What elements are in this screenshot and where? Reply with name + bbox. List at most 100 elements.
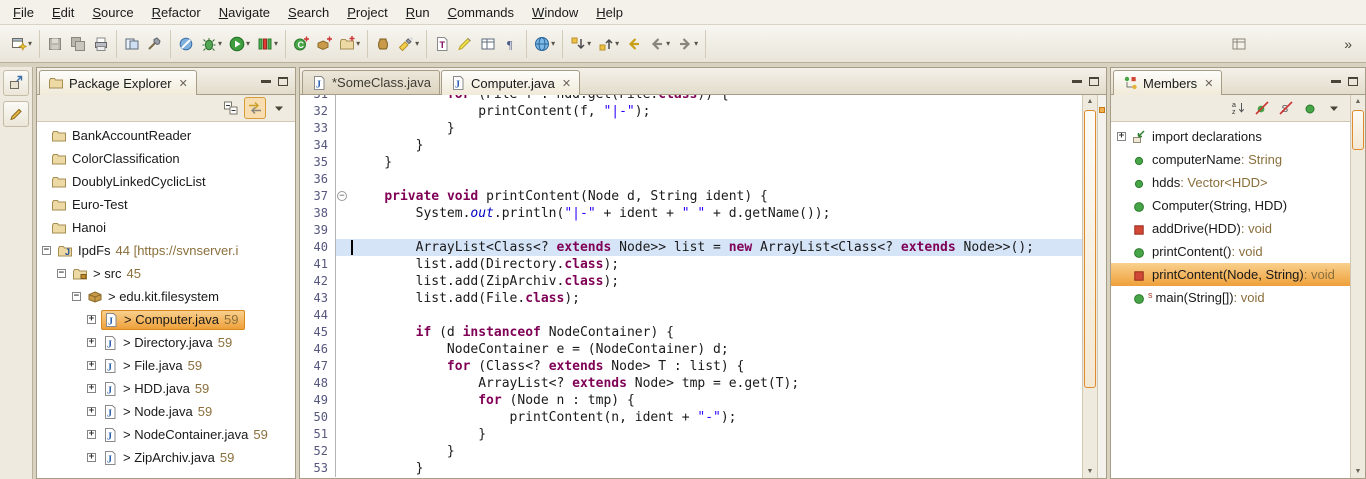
scroll-down-icon[interactable]: ▼ [1351, 465, 1365, 478]
line-number[interactable]: 53 [300, 460, 336, 477]
new-java-project-dropdown-icon[interactable]: ▾ [356, 39, 360, 48]
quick-panel-button[interactable] [1228, 32, 1250, 56]
code-text[interactable]: ArrayList<? extends Node> tmp = e.get(T)… [350, 375, 1082, 392]
fold-column[interactable] [336, 392, 350, 409]
code-text[interactable]: } [350, 426, 1082, 443]
run-button[interactable]: ▾ [226, 32, 253, 56]
tree-item[interactable]: BankAccountReader [37, 124, 295, 147]
link-with-editor-button[interactable] [244, 97, 266, 119]
minimize-button[interactable] [1072, 80, 1082, 83]
new-java-class-button[interactable]: C [290, 32, 312, 56]
code-text[interactable]: list.add(ZipArchiv.class); [350, 273, 1082, 290]
last-edit-button[interactable] [623, 32, 645, 56]
line-number[interactable]: 45 [300, 324, 336, 341]
hide-fields-button[interactable] [1251, 97, 1273, 119]
web-browser-dropdown-icon[interactable]: ▾ [551, 39, 555, 48]
package-explorer-tab[interactable]: Package Explorer ✕ [39, 70, 197, 95]
scrollbar-thumb[interactable] [1084, 110, 1096, 388]
fold-column[interactable] [336, 409, 350, 426]
coverage-dropdown-icon[interactable]: ▾ [274, 39, 278, 48]
next-annotation-dropdown-icon[interactable]: ▾ [587, 39, 591, 48]
fold-column[interactable] [336, 290, 350, 307]
scrollbar-thumb[interactable] [1352, 110, 1364, 150]
code-line[interactable]: 50 printContent(n, ident + "-"); [300, 409, 1082, 426]
tree-expander-plus-icon[interactable]: + [87, 315, 96, 324]
menu-source[interactable]: Source [83, 2, 142, 23]
code-text[interactable]: list.add(File.class); [350, 290, 1082, 307]
line-number[interactable]: 40 [300, 239, 336, 256]
line-number[interactable]: 51 [300, 426, 336, 443]
new-java-project-button[interactable]: ▾ [336, 32, 363, 56]
code-line[interactable]: 41 list.add(Directory.class); [300, 256, 1082, 273]
code-text[interactable]: } [350, 120, 1082, 137]
line-number[interactable]: 32 [300, 103, 336, 120]
code-text[interactable]: } [350, 154, 1082, 171]
tree-item[interactable]: +J> ZipArchiv.java59 [37, 446, 295, 469]
line-number[interactable]: 50 [300, 409, 336, 426]
tree-item[interactable]: −JIpdFs44 [https://svnserver.i [37, 239, 295, 262]
fold-column[interactable] [336, 205, 350, 222]
view-menu-button[interactable] [268, 97, 290, 119]
fold-column[interactable]: − [336, 188, 350, 205]
tree-item[interactable]: −> edu.kit.filesystem [37, 285, 295, 308]
scroll-up-icon[interactable]: ▲ [1083, 95, 1097, 108]
member-item[interactable]: smain(String[]) : void [1111, 286, 1350, 309]
code-line[interactable]: 53 } [300, 460, 1082, 477]
menu-edit[interactable]: Edit [43, 2, 83, 23]
tree-item[interactable]: +J> Directory.java59 [37, 331, 295, 354]
code-text[interactable]: NodeContainer e = (NodeContainer) d; [350, 341, 1082, 358]
tree-item[interactable]: Euro-Test [37, 193, 295, 216]
close-icon[interactable]: ✕ [562, 77, 571, 90]
line-number[interactable]: 34 [300, 137, 336, 154]
code-line[interactable]: 36 [300, 171, 1082, 188]
line-number[interactable]: 31 [300, 95, 336, 103]
fold-column[interactable] [336, 103, 350, 120]
fold-column[interactable] [336, 120, 350, 137]
fold-column[interactable] [336, 222, 350, 239]
collapse-all-button[interactable] [220, 97, 242, 119]
tree-expander-plus-icon[interactable]: + [87, 384, 96, 393]
view-menu-button[interactable] [1323, 97, 1345, 119]
fold-column[interactable] [336, 256, 350, 273]
line-number[interactable]: 46 [300, 341, 336, 358]
fold-column[interactable] [336, 341, 350, 358]
line-number[interactable]: 43 [300, 290, 336, 307]
code-line[interactable]: 49 for (Node n : tmp) { [300, 392, 1082, 409]
back-dropdown-icon[interactable]: ▾ [666, 39, 670, 48]
fold-collapse-icon[interactable]: − [337, 191, 347, 201]
debug-dropdown-icon[interactable]: ▾ [218, 39, 222, 48]
member-item[interactable]: +import declarations [1111, 125, 1350, 148]
code-text[interactable]: } [350, 137, 1082, 154]
forward-button[interactable]: ▾ [674, 32, 701, 56]
line-number[interactable]: 47 [300, 358, 336, 375]
search-button[interactable]: ▾ [395, 32, 422, 56]
close-icon[interactable]: ✕ [179, 77, 188, 90]
prev-annotation-dropdown-icon[interactable]: ▾ [615, 39, 619, 48]
fold-column[interactable] [336, 375, 350, 392]
line-number[interactable]: 48 [300, 375, 336, 392]
menu-window[interactable]: Window [523, 2, 587, 23]
code-line[interactable]: 46 NodeContainer e = (NodeContainer) d; [300, 341, 1082, 358]
new-wizard-dropdown-icon[interactable]: ▾ [28, 39, 32, 48]
code-line[interactable]: 48 ArrayList<? extends Node> tmp = e.get… [300, 375, 1082, 392]
build-button[interactable] [144, 32, 166, 56]
fold-column[interactable] [336, 171, 350, 188]
fold-column[interactable] [336, 358, 350, 375]
line-number[interactable]: 33 [300, 120, 336, 137]
scroll-up-icon[interactable]: ▲ [1351, 95, 1365, 108]
code-text[interactable]: ArrayList<Class<? extends Node>> list = … [350, 239, 1082, 256]
code-text[interactable]: } [350, 460, 1082, 477]
menu-help[interactable]: Help [587, 2, 632, 23]
save-all-button[interactable] [67, 32, 89, 56]
fold-column[interactable] [336, 154, 350, 171]
menu-commands[interactable]: Commands [439, 2, 523, 23]
search-dropdown-icon[interactable]: ▾ [415, 39, 419, 48]
menu-project[interactable]: Project [338, 2, 396, 23]
code-text[interactable]: private void printContent(Node d, String… [350, 188, 1082, 205]
fold-column[interactable] [336, 307, 350, 324]
line-number[interactable]: 36 [300, 171, 336, 188]
tree-item[interactable]: +J> Node.java59 [37, 400, 295, 423]
back-button[interactable]: ▾ [646, 32, 673, 56]
members-scrollbar[interactable]: ▲ ▼ [1350, 95, 1365, 478]
tree-expander-plus-icon[interactable]: + [87, 338, 96, 347]
